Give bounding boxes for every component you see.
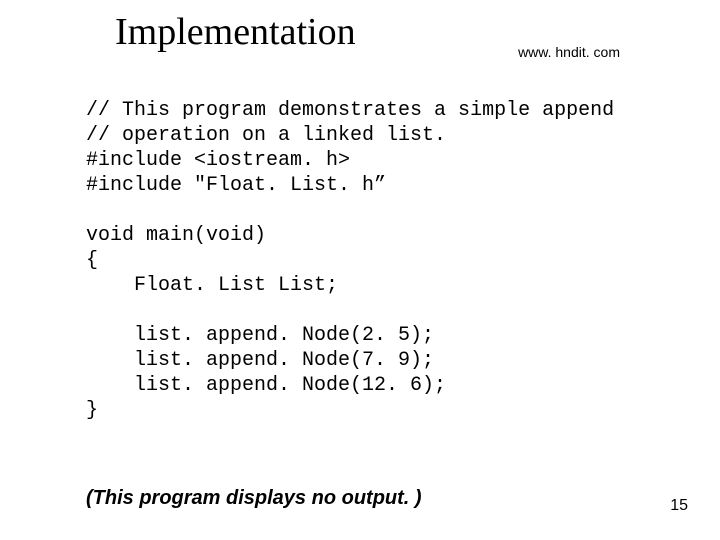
slide-title: Implementation (115, 10, 356, 54)
page-number: 15 (670, 497, 688, 515)
output-note: (This program displays no output. ) (86, 487, 422, 510)
code-block: // This program demonstrates a simple ap… (86, 98, 614, 423)
source-url: www. hndit. com (518, 44, 620, 60)
slide: Implementation www. hndit. com // This p… (0, 0, 720, 540)
